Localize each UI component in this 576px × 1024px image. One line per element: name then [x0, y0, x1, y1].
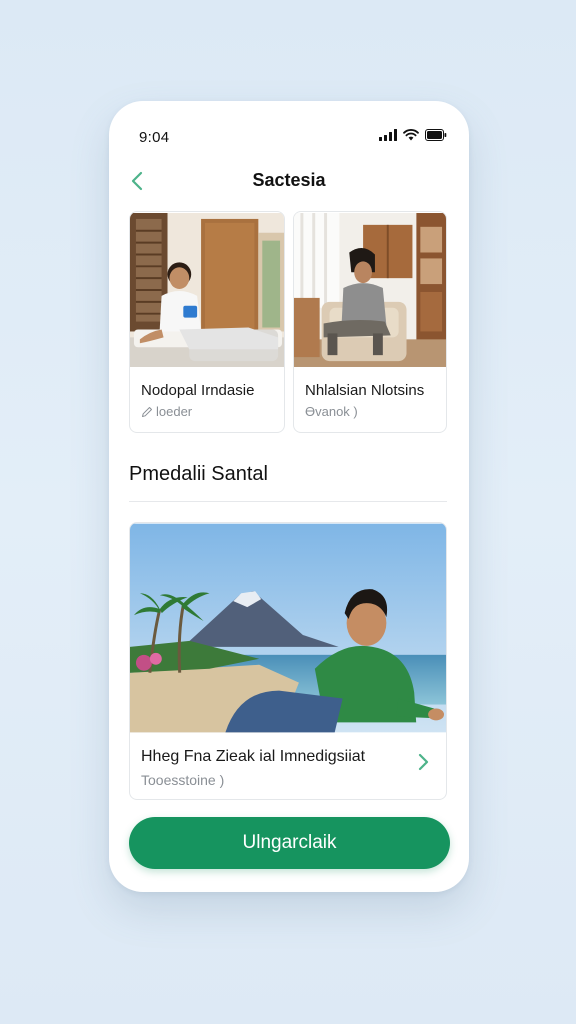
status-time: 9:04 — [139, 129, 170, 146]
featured-card[interactable]: Hheg Fna Zieak ial Imnedigsiiat Tooessto… — [129, 522, 447, 800]
featured-subtitle: Tooesstoine ) — [141, 772, 225, 788]
primary-action-button[interactable]: Ulngarclaik — [129, 817, 450, 869]
nav-bar: Sactesia — [109, 163, 469, 199]
chevron-right-icon[interactable] — [416, 751, 430, 773]
card-subtitle: loeder — [141, 404, 192, 419]
featured-title: Hheg Fna Zieak ial Imnedigsiiat — [141, 748, 366, 765]
cellular-signal-icon — [379, 129, 397, 141]
card-title: Nodopal Irndasie — [141, 382, 255, 399]
page-title: Sactesia — [252, 170, 326, 190]
card-subtitle-text: loeder — [156, 404, 193, 419]
battery-icon — [425, 129, 447, 141]
beach-photo-image — [130, 523, 446, 733]
bedroom-photo-image — [130, 213, 284, 367]
status-bar: 9:04 — [109, 101, 469, 161]
divider — [129, 501, 447, 502]
card-subtitle: Өvanok ) — [305, 404, 358, 419]
wifi-icon — [403, 129, 419, 141]
pencil-icon — [142, 406, 152, 417]
section-title: Pmedalii Santal — [129, 463, 268, 485]
gallery-card-2[interactable]: Nhlalsian Nlotsins Өvanok ) — [293, 211, 447, 433]
card-title: Nhlalsian Nlotsins — [305, 382, 425, 399]
gallery-card-1[interactable]: Nodopal Irndasie loeder — [129, 211, 285, 433]
status-icons — [379, 129, 447, 141]
living-room-photo-image — [294, 213, 446, 367]
card-subtitle-text: Өvanok ) — [305, 404, 358, 419]
phone-frame: 9:04 Sactesia Nodopal Irndasie loeder Nh… — [109, 101, 469, 892]
